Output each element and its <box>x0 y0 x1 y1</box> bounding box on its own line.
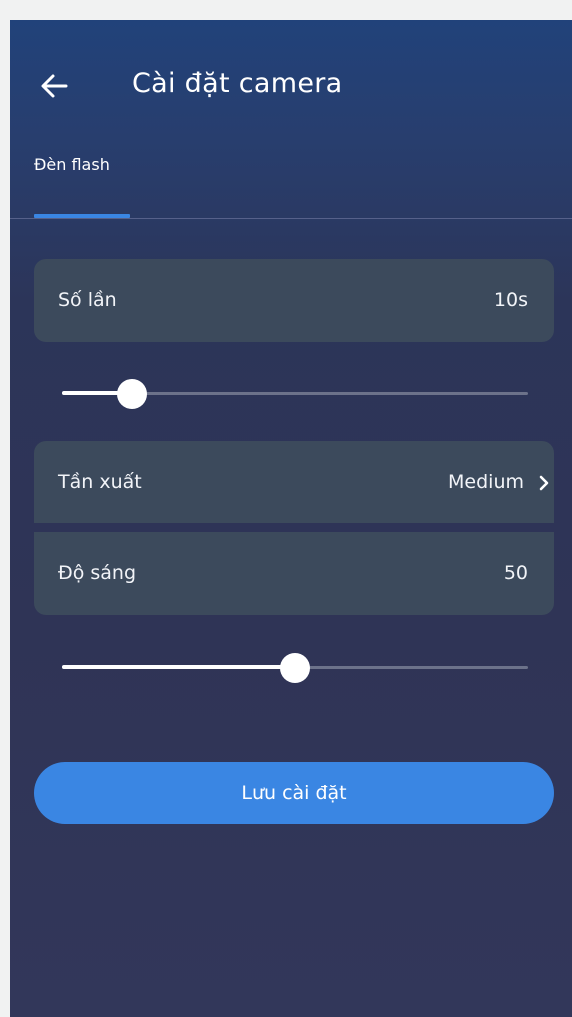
tab-flash[interactable]: Đèn flash <box>34 155 110 174</box>
tab-divider <box>10 218 572 219</box>
page-title: Cài đặt camera <box>132 68 343 99</box>
frequency-value: Medium <box>448 471 524 493</box>
count-label: Số lần <box>58 289 117 311</box>
count-setting-row: Số lần 10s <box>34 259 554 342</box>
brightness-setting-row: Độ sáng 50 <box>34 532 554 615</box>
count-slider-thumb[interactable] <box>116 379 147 409</box>
count-slider[interactable] <box>62 379 528 409</box>
brightness-label: Độ sáng <box>58 562 137 584</box>
chevron-right-icon <box>539 475 549 491</box>
brightness-slider[interactable] <box>62 653 528 683</box>
camera-settings-screen: Cài đặt camera Đèn flash Số lần 10s Tần … <box>10 20 572 1017</box>
save-settings-button[interactable]: Lưu cài đặt <box>34 762 554 824</box>
frequency-setting-row[interactable]: Tần xuất Medium <box>34 441 554 523</box>
back-button[interactable] <box>38 70 70 102</box>
brightness-value: 50 <box>503 562 528 584</box>
brightness-slider-fill <box>62 665 295 669</box>
count-value: 10s <box>493 289 528 311</box>
brightness-slider-thumb[interactable] <box>280 653 310 683</box>
frequency-label: Tần xuất <box>58 471 142 493</box>
arrow-left-icon <box>41 74 68 98</box>
